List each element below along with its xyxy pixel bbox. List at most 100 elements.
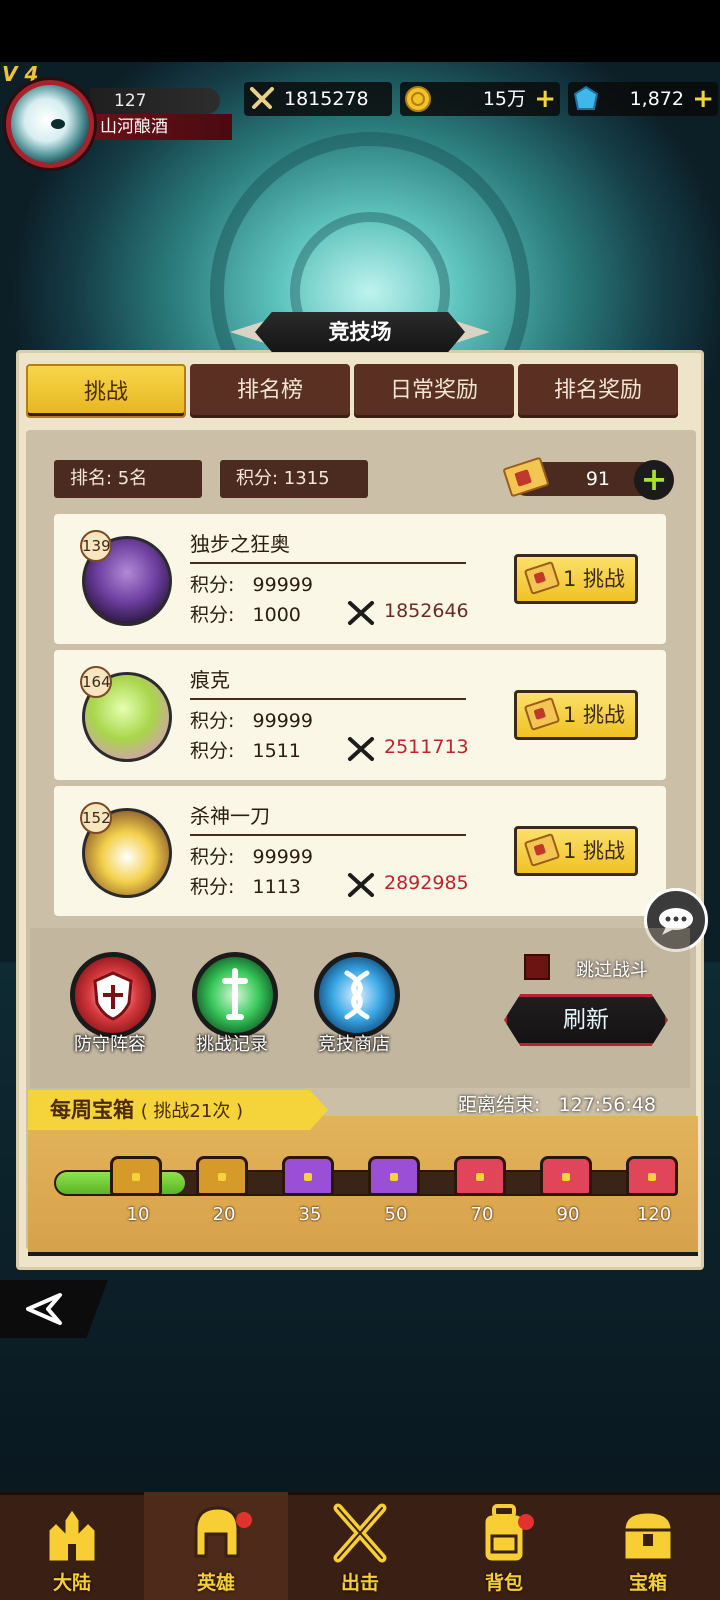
challenge-records-label: 挑战记录 xyxy=(196,1034,268,1055)
opponent-level: 164 xyxy=(80,666,112,698)
player-level: 127 xyxy=(90,88,220,114)
opponent-name: 痕克 xyxy=(190,668,230,692)
opponent-level: 152 xyxy=(80,802,112,834)
crossed-swords-icon xyxy=(348,873,374,897)
opponent-name: 杀神一刀 xyxy=(190,804,270,828)
opponent-card: 139 独步之狂奥 积分: 99999 积分: 1000 1852646 1 挑… xyxy=(54,514,666,644)
add-tickets-button[interactable]: + xyxy=(634,460,674,500)
rank-display: 排名: 5名 xyxy=(54,460,202,498)
milestone-label: 90 xyxy=(556,1204,580,1225)
opponent-stat-1: 积分: 99999 xyxy=(190,846,313,868)
tab-daily-rewards[interactable]: 日常奖励 xyxy=(354,364,514,418)
chest-35[interactable] xyxy=(282,1156,334,1196)
opponent-stat-2: 积分: 1000 xyxy=(190,604,301,626)
tab-bar: 挑战 排名榜 日常奖励 排名奖励 xyxy=(26,364,696,418)
opponent-card: 152 杀神一刀 积分: 99999 积分: 1113 2892985 1 挑战 xyxy=(54,786,666,916)
divider xyxy=(190,698,466,700)
chest-70[interactable] xyxy=(454,1156,506,1196)
chest-50[interactable] xyxy=(368,1156,420,1196)
tab-challenge[interactable]: 挑战 xyxy=(26,364,186,418)
power-value: 1815278 xyxy=(284,88,369,110)
challenge-button[interactable]: 1 挑战 xyxy=(514,826,638,876)
milestone-label: 50 xyxy=(384,1204,408,1225)
milestone-label: 10 xyxy=(126,1204,150,1225)
nav-backpack[interactable]: 背包 xyxy=(432,1492,576,1600)
nav-label: 背包 xyxy=(484,1572,523,1594)
gold-display: 15万 + xyxy=(400,82,560,116)
add-gold-button[interactable]: + xyxy=(534,82,556,116)
tab-rank-rewards[interactable]: 排名奖励 xyxy=(518,364,678,418)
sword-icon xyxy=(222,968,248,1020)
gem-display: 1,872 + xyxy=(568,82,718,116)
crossed-swords-icon xyxy=(250,87,274,109)
nav-label: 英雄 xyxy=(196,1572,235,1594)
opponent-stat-2: 积分: 1511 xyxy=(190,740,301,762)
ticket-icon xyxy=(523,697,561,731)
shield-icon xyxy=(93,971,133,1021)
opponent-stat-1: 积分: 99999 xyxy=(190,574,313,596)
opponent-stat-1: 积分: 99999 xyxy=(190,710,313,732)
player-name: 山河酿酒 xyxy=(92,114,232,140)
add-gems-button[interactable]: + xyxy=(692,82,714,116)
opponent-power: 2511713 xyxy=(384,736,469,758)
nav-chest[interactable]: 宝箱 xyxy=(576,1492,720,1600)
chest-90[interactable] xyxy=(540,1156,592,1196)
gold-value: 15万 xyxy=(482,88,526,110)
nav-continent[interactable]: 大陆 xyxy=(0,1492,144,1600)
chest-10[interactable] xyxy=(110,1156,162,1196)
gem-value: 1,872 xyxy=(629,88,684,110)
milestone-label: 35 xyxy=(298,1204,322,1225)
power-display: 1815278 xyxy=(244,82,392,116)
challenge-button[interactable]: 1 挑战 xyxy=(514,554,638,604)
ticket-icon xyxy=(523,561,561,595)
crossed-swords-icon xyxy=(333,1503,387,1563)
defense-lineup-button[interactable] xyxy=(70,952,156,1038)
back-arrow-icon xyxy=(26,1293,62,1325)
chest-120[interactable] xyxy=(626,1156,678,1196)
divider xyxy=(190,562,466,564)
opponent-power: 2892985 xyxy=(384,872,469,894)
status-bar xyxy=(0,0,720,62)
opponent-stat-2: 积分: 1113 xyxy=(190,876,301,898)
crossed-swords-icon xyxy=(348,601,374,625)
nav-heroes[interactable]: 英雄 xyxy=(144,1492,288,1600)
challenge-records-button[interactable] xyxy=(192,952,278,1038)
treasure-chest-icon xyxy=(622,1510,674,1562)
challenge-button[interactable]: 1 挑战 xyxy=(514,690,638,740)
divider xyxy=(190,834,466,836)
skip-battle-label: 跳过战斗 xyxy=(576,960,648,981)
opponent-card: 164 痕克 积分: 99999 积分: 1511 2511713 1 挑战 xyxy=(54,650,666,780)
milestone-label: 120 xyxy=(636,1204,672,1225)
gem-icon xyxy=(573,85,599,110)
notification-dot xyxy=(518,1514,534,1530)
arena-shop-button[interactable] xyxy=(314,952,400,1038)
ticket-icon xyxy=(523,833,561,867)
page-title: 竞技场 xyxy=(255,312,465,352)
notification-dot xyxy=(236,1512,252,1528)
backpack-icon xyxy=(482,1504,526,1564)
opponent-power: 1852646 xyxy=(384,600,469,622)
chest-20[interactable] xyxy=(196,1156,248,1196)
skip-battle-checkbox[interactable] xyxy=(524,954,550,980)
player-avatar[interactable] xyxy=(6,80,94,168)
tab-leaderboard[interactable]: 排名榜 xyxy=(190,364,350,418)
crossed-swords-icon xyxy=(348,737,374,761)
countdown: 距离结束: 127:56:48 xyxy=(458,1094,656,1116)
nav-label: 宝箱 xyxy=(628,1572,667,1594)
defense-lineup-label: 防守阵容 xyxy=(74,1034,146,1055)
milestone-label: 70 xyxy=(470,1204,494,1225)
milestone-label: 20 xyxy=(212,1204,236,1225)
weekly-chest-title: 每周宝箱 ( 挑战21次 ) xyxy=(28,1090,328,1130)
score-display: 积分: 1315 xyxy=(220,460,368,498)
refresh-button[interactable]: 刷新 xyxy=(504,994,668,1046)
nav-label: 出击 xyxy=(340,1572,379,1594)
arena-shop-label: 竞技商店 xyxy=(318,1034,390,1055)
dna-icon xyxy=(344,970,370,1020)
nav-sortie[interactable]: 出击 xyxy=(288,1492,432,1600)
gold-coin-icon xyxy=(405,86,431,112)
nav-label: 大陆 xyxy=(52,1572,91,1594)
opponent-name: 独步之狂奥 xyxy=(190,532,290,556)
castle-icon xyxy=(46,1505,98,1564)
helmet-icon xyxy=(194,1506,240,1558)
opponent-level: 139 xyxy=(80,530,112,562)
